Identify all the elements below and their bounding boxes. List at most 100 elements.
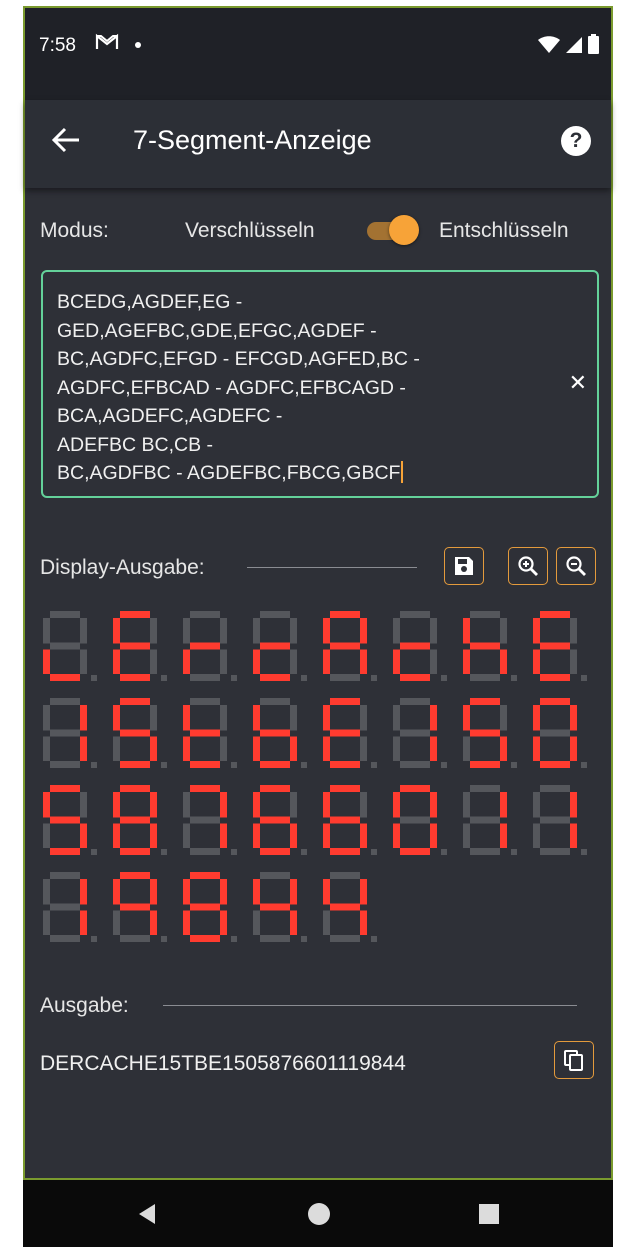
segment-e (463, 736, 470, 761)
segment-a (260, 785, 290, 792)
segment-e (323, 910, 330, 935)
display-digit (463, 785, 517, 855)
segment-dp (161, 849, 167, 855)
segment-c (80, 823, 87, 848)
mode-label: Modus: (40, 219, 109, 242)
segment-e (183, 823, 190, 848)
segment-e (533, 649, 540, 674)
segment-c (80, 736, 87, 761)
segment-dp (371, 675, 377, 681)
output-text: DERCACHE15TBE1505876601119844 (40, 1052, 406, 1075)
segment-dp (301, 762, 307, 768)
segment-b (150, 618, 157, 644)
segment-g (470, 729, 500, 737)
segment-e (463, 823, 470, 848)
segment-dp (91, 675, 97, 681)
segment-c (500, 649, 507, 674)
display-digit (183, 872, 237, 942)
nav-back-icon[interactable] (135, 1202, 159, 1231)
segment-f (393, 792, 400, 818)
segment-c (290, 649, 297, 674)
segment-d (330, 674, 360, 681)
segment-f (113, 792, 120, 818)
back-arrow-icon[interactable] (51, 126, 81, 159)
display-digit (393, 611, 447, 681)
segment-d (120, 848, 150, 855)
segment-a (190, 698, 220, 705)
segment-g (50, 816, 80, 824)
segment-f (43, 792, 50, 818)
segment-e (463, 649, 470, 674)
segment-d (470, 761, 500, 768)
segment-g (50, 903, 80, 911)
segment-b (150, 705, 157, 731)
nav-home-icon[interactable] (307, 1202, 331, 1231)
nav-recents-icon[interactable] (477, 1202, 501, 1231)
segment-e (43, 649, 50, 674)
segment-c (360, 823, 367, 848)
segment-d (50, 935, 80, 942)
battery-icon (588, 34, 599, 54)
segment-a (50, 611, 80, 618)
segment-b (430, 705, 437, 731)
segment-e (323, 736, 330, 761)
segment-dp (441, 762, 447, 768)
segment-d (190, 848, 220, 855)
segment-b (150, 879, 157, 905)
segment-e (43, 823, 50, 848)
segment-d (470, 674, 500, 681)
segment-d (400, 848, 430, 855)
segment-a (400, 611, 430, 618)
segment-d (190, 761, 220, 768)
segment-d (50, 761, 80, 768)
segment-a (470, 611, 500, 618)
seven-segment-display (43, 611, 587, 942)
segment-dp (511, 762, 517, 768)
zoom-in-button[interactable] (508, 547, 548, 585)
segment-c (500, 823, 507, 848)
segment-b (500, 618, 507, 644)
display-digit (183, 785, 237, 855)
divider (163, 1005, 577, 1006)
mode-option-decrypt[interactable]: Entschlüsseln (439, 219, 569, 243)
save-button[interactable] (444, 547, 484, 585)
display-digit (463, 611, 517, 681)
segment-b (500, 792, 507, 818)
segment-g (400, 729, 430, 737)
segment-d (330, 848, 360, 855)
segment-d (260, 935, 290, 942)
display-digit (253, 611, 307, 681)
display-digit (43, 872, 97, 942)
mode-option-encrypt[interactable]: Verschlüsseln (185, 219, 315, 243)
segment-d (260, 761, 290, 768)
wifi-icon (538, 36, 560, 53)
segment-e (533, 823, 540, 848)
segment-f (533, 618, 540, 644)
divider (247, 567, 417, 568)
segment-g (190, 729, 220, 737)
copy-button[interactable] (554, 1041, 594, 1079)
segment-c (220, 649, 227, 674)
segment-f (463, 618, 470, 644)
segment-dp (581, 675, 587, 681)
help-icon[interactable]: ? (561, 126, 591, 156)
segment-g (260, 642, 290, 650)
segment-d (540, 674, 570, 681)
segment-g (120, 903, 150, 911)
segment-dp (301, 936, 307, 942)
input-field[interactable]: BCEDG,AGDEF,EG - GED,AGEFBC,GDE,EFGC,AGD… (41, 270, 599, 498)
segment-d (120, 674, 150, 681)
segment-f (113, 705, 120, 731)
segment-b (80, 792, 87, 818)
status-bar: 7:58 (25, 8, 611, 100)
segment-d (330, 761, 360, 768)
clear-icon[interactable]: ✕ (569, 370, 587, 396)
input-text[interactable]: BCEDG,AGDEF,EG - GED,AGEFBC,GDE,EFGC,AGD… (57, 288, 547, 488)
display-output-label: Display-Ausgabe: (40, 556, 205, 579)
segment-dp (581, 849, 587, 855)
mode-switch-thumb[interactable] (389, 215, 419, 245)
segment-dp (231, 849, 237, 855)
segment-e (113, 649, 120, 674)
segment-b (220, 618, 227, 644)
zoom-out-button[interactable] (556, 547, 596, 585)
